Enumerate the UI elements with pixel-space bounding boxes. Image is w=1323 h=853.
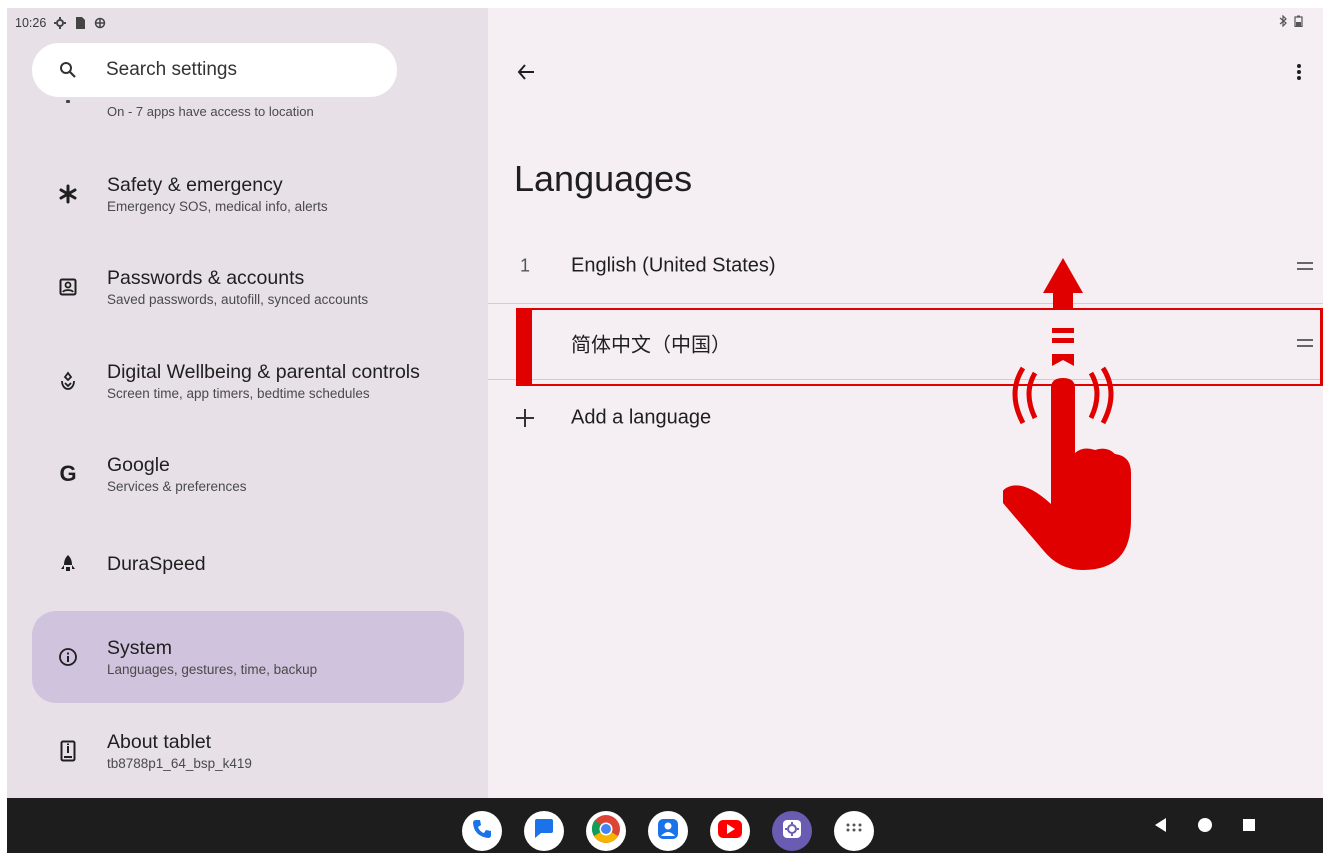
sidebar-item-subtitle: Languages, gestures, time, backup [107, 661, 318, 677]
sidebar-item-duraspeed[interactable]: DuraSpeed [32, 518, 464, 610]
screen: 10:26 Search settings On - 7 apps have a… [7, 8, 1323, 853]
settings-gear-status-icon [54, 17, 67, 29]
messages-app-button[interactable] [524, 811, 564, 851]
sidebar-item-title: Passwords & accounts [107, 266, 305, 289]
sidebar-item-subtitle: Emergency SOS, medical info, alerts [107, 198, 328, 214]
phone-icon [471, 818, 493, 845]
sidebar-item-title: System [107, 636, 173, 659]
wellbeing-icon [56, 369, 80, 393]
status-bar-left: 10:26 [15, 16, 106, 30]
asterisk-icon [56, 182, 80, 206]
info-icon [56, 645, 80, 669]
youtube-icon [717, 819, 743, 844]
bluetooth-status-icon [1278, 14, 1288, 30]
tablet-icon [56, 739, 80, 763]
sidebar-item-subtitle: tb8788p1_64_bsp_k419 [107, 755, 252, 771]
back-button[interactable] [512, 60, 540, 88]
taskbar [7, 798, 1323, 853]
google-icon: G [59, 461, 77, 486]
language-name: 简体中文（中国） [571, 334, 731, 357]
sim-card-status-icon [74, 17, 86, 29]
sidebar-item-title: Digital Wellbeing & parental controls [107, 360, 420, 383]
page-title: Languages [514, 158, 693, 199]
settings-app-button[interactable] [772, 811, 812, 851]
language-row-2[interactable]: 简体中文（中国） [488, 305, 1323, 381]
status-bar-right [1278, 14, 1303, 30]
location-crosshair-status-icon [94, 17, 106, 29]
battery-status-icon [1294, 15, 1303, 30]
contacts-icon [656, 817, 680, 846]
row-divider [488, 303, 1323, 304]
sidebar-item-title: Google [107, 453, 170, 476]
nav-home-button[interactable] [1196, 817, 1214, 838]
more-vert-icon [1296, 62, 1302, 87]
chrome-icon [591, 814, 621, 849]
add-language-label: Add a language [571, 406, 712, 429]
sidebar-item-title: About tablet [107, 730, 212, 753]
sidebar-item-subtitle: Services & preferences [107, 478, 247, 494]
sidebar-item-title: DuraSpeed [107, 553, 206, 575]
nav-back-button[interactable] [1151, 817, 1169, 838]
back-nav-icon [1153, 817, 1167, 838]
rocket-icon [56, 552, 80, 576]
youtube-app-button[interactable] [710, 811, 750, 851]
language-name: English (United States) [571, 254, 776, 277]
sidebar-item-title: Safety & emergency [107, 173, 283, 196]
languages-pane: Languages 1 English (United States) 简体中文… [488, 8, 1323, 798]
sidebar-item-passwords-accounts[interactable]: Passwords & accounts Saved passwords, au… [32, 241, 464, 333]
language-number: 1 [520, 255, 531, 276]
add-language-button[interactable]: Add a language [488, 380, 1323, 456]
search-icon [58, 60, 78, 80]
settings-icon [781, 818, 803, 845]
more-options-button[interactable] [1285, 60, 1313, 88]
drag-handle-icon[interactable] [1295, 338, 1315, 348]
sidebar-item-subtitle: Screen time, app timers, bedtime schedul… [107, 385, 370, 401]
status-time: 10:26 [15, 16, 47, 30]
nav-recents-button[interactable] [1240, 818, 1258, 836]
location-icon [66, 100, 70, 103]
app-drawer-button[interactable] [834, 811, 874, 851]
app-drawer-icon [846, 822, 862, 840]
phone-app-button[interactable] [462, 811, 502, 851]
sidebar-item-digital-wellbeing[interactable]: Digital Wellbeing & parental controls Sc… [32, 335, 464, 427]
contacts-app-button[interactable] [648, 811, 688, 851]
sidebar-item-google[interactable]: G Google Services & preferences [32, 428, 464, 520]
messages-icon [532, 818, 556, 845]
search-settings-bar[interactable]: Search settings [32, 43, 397, 97]
plus-icon [514, 407, 536, 429]
sidebar-item-system[interactable]: System Languages, gestures, time, backup [32, 611, 464, 703]
chrome-app-button[interactable] [586, 811, 626, 851]
location-subtitle: On - 7 apps have access to location [107, 104, 314, 119]
settings-sidebar: 10:26 Search settings On - 7 apps have a… [7, 8, 488, 798]
sidebar-item-subtitle: Saved passwords, autofill, synced accoun… [107, 291, 369, 307]
account-box-icon [56, 275, 80, 299]
sidebar-item-safety[interactable]: Safety & emergency Emergency SOS, medica… [32, 148, 464, 240]
drag-handle-icon[interactable] [1295, 261, 1315, 271]
arrow-back-icon [516, 62, 536, 87]
search-placeholder: Search settings [106, 59, 237, 80]
home-nav-icon [1197, 817, 1213, 838]
recents-nav-icon [1242, 818, 1256, 837]
sidebar-item-about-tablet[interactable]: About tablet tb8788p1_64_bsp_k419 [32, 705, 464, 797]
language-row-1[interactable]: 1 English (United States) [488, 228, 1323, 304]
